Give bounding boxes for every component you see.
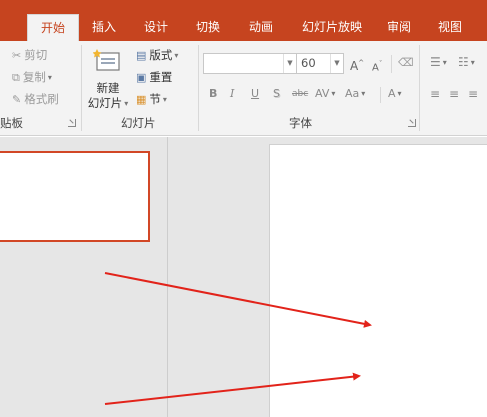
tab-transitions[interactable]: 切换	[190, 15, 226, 41]
cut-button[interactable]: ✂ 剪切	[12, 46, 47, 64]
group-divider	[81, 45, 82, 131]
reset-icon: ▣	[136, 71, 147, 84]
font-name-combo[interactable]: ▼	[203, 53, 297, 74]
chevron-down-icon: ▾	[124, 99, 129, 108]
bullets-icon[interactable]: ☰ ▾	[430, 53, 447, 71]
scissors-icon: ✂	[12, 49, 22, 62]
chevron-down-icon: ▾	[361, 89, 366, 98]
group-divider	[419, 45, 420, 131]
chevron-down-icon: ▾	[174, 51, 179, 60]
new-slide-label-line2: 幻灯片	[87, 96, 123, 110]
shrink-font-label: A	[372, 62, 379, 74]
clipboard-group-label: 贴板	[0, 116, 23, 130]
new-slide-icon	[93, 49, 120, 71]
grow-font-label: A	[350, 59, 359, 73]
new-slide-label-line1: 新建	[96, 81, 120, 95]
font-size-value: 60	[301, 56, 316, 70]
ribbon-tab-bar: 开始 插入 设计 切换 动画 幻灯片放映 审阅 视图	[0, 0, 487, 42]
chevron-down-icon: ▾	[397, 89, 402, 98]
tab-design[interactable]: 设计	[138, 15, 174, 41]
spacing-label: AV	[315, 87, 330, 100]
reset-label: 重置	[149, 70, 173, 84]
clear-format-icon[interactable]: ⌫	[398, 54, 414, 72]
layout-button[interactable]: ▤ 版式 ▾	[136, 46, 178, 64]
copy-button[interactable]: ⧉ 复制 ▾	[12, 68, 52, 86]
chevron-down-icon[interactable]: ▼	[330, 54, 343, 73]
tab-view[interactable]: 视图	[432, 15, 468, 41]
cut-label: 剪切	[24, 48, 48, 62]
format-painter-label: 格式刷	[24, 92, 59, 106]
font-size-combo[interactable]: 60 ▼	[296, 53, 344, 74]
italic-button[interactable]: I	[230, 85, 234, 103]
tab-animations[interactable]: 动画	[243, 15, 279, 41]
group-divider	[198, 45, 199, 131]
strikethrough-button[interactable]: abc	[292, 85, 308, 103]
chevron-down-icon: ▾	[162, 95, 167, 104]
reset-button[interactable]: ▣ 重置	[136, 68, 172, 86]
copy-label: 复制	[22, 70, 46, 84]
slide-editing-pane	[169, 137, 487, 417]
section-label: 节	[149, 92, 161, 106]
chevron-down-icon: ▾	[47, 73, 52, 82]
layout-icon: ▤	[136, 49, 147, 62]
section-icon: ▦	[136, 93, 147, 106]
clipboard-launcher-icon[interactable]	[68, 119, 76, 127]
chevron-down-icon[interactable]: ▼	[283, 54, 296, 73]
new-slide-button[interactable]: 新建 幻灯片 ▾	[84, 43, 132, 115]
align-right-icon[interactable]: ≡	[468, 85, 478, 103]
chevron-down-icon: ▾	[331, 89, 336, 98]
change-case-button[interactable]: Aa ▾	[345, 85, 365, 103]
bold-button[interactable]: B	[209, 85, 217, 103]
font-launcher-icon[interactable]	[408, 119, 416, 127]
section-button[interactable]: ▦ 节 ▾	[136, 90, 167, 108]
divider	[391, 55, 392, 73]
underline-button[interactable]: U	[251, 85, 259, 103]
tab-home[interactable]: 开始	[27, 14, 79, 42]
slide-canvas[interactable]	[269, 144, 487, 417]
layout-label: 版式	[149, 48, 173, 62]
divider	[380, 87, 381, 103]
character-spacing-button[interactable]: AV ▾	[315, 85, 335, 103]
font-group-label: 字体	[289, 116, 312, 130]
shrink-font-button[interactable]: Aˇ	[372, 55, 382, 73]
tab-insert[interactable]: 插入	[86, 15, 122, 41]
font-color-label: A	[388, 87, 396, 100]
grow-font-button[interactable]: A^	[350, 54, 364, 73]
shadow-button[interactable]: S	[273, 85, 280, 103]
tab-review[interactable]: 审阅	[381, 15, 417, 41]
slides-group-label: 幻灯片	[121, 116, 156, 130]
ribbon-home: ✂ 剪切 ⧉ 复制 ▾ ✎ 格式刷 贴板 新建 幻灯片 ▾ ▤ 版式 ▾ ▣ 重置 ▦ 节 ▾ 幻灯…	[0, 41, 487, 136]
workspace	[0, 137, 487, 417]
numbering-icon[interactable]: ☷ ▾	[458, 53, 475, 71]
copy-icon: ⧉	[12, 71, 20, 84]
align-left-icon[interactable]: ≡	[430, 85, 440, 103]
format-painter-button[interactable]: ✎ 格式刷	[12, 90, 59, 108]
slide-thumbnail-pane[interactable]	[0, 137, 168, 417]
change-case-label: Aa	[345, 87, 360, 100]
font-color-button[interactable]: A ▾	[388, 85, 402, 103]
tab-slide-show[interactable]: 幻灯片放映	[296, 15, 368, 41]
new-slide-label-line2-wrap: 幻灯片 ▾	[84, 96, 132, 111]
slide-thumbnail-selected[interactable]	[0, 151, 150, 242]
align-center-icon[interactable]: ≡	[449, 85, 459, 103]
format-painter-icon: ✎	[12, 93, 22, 106]
